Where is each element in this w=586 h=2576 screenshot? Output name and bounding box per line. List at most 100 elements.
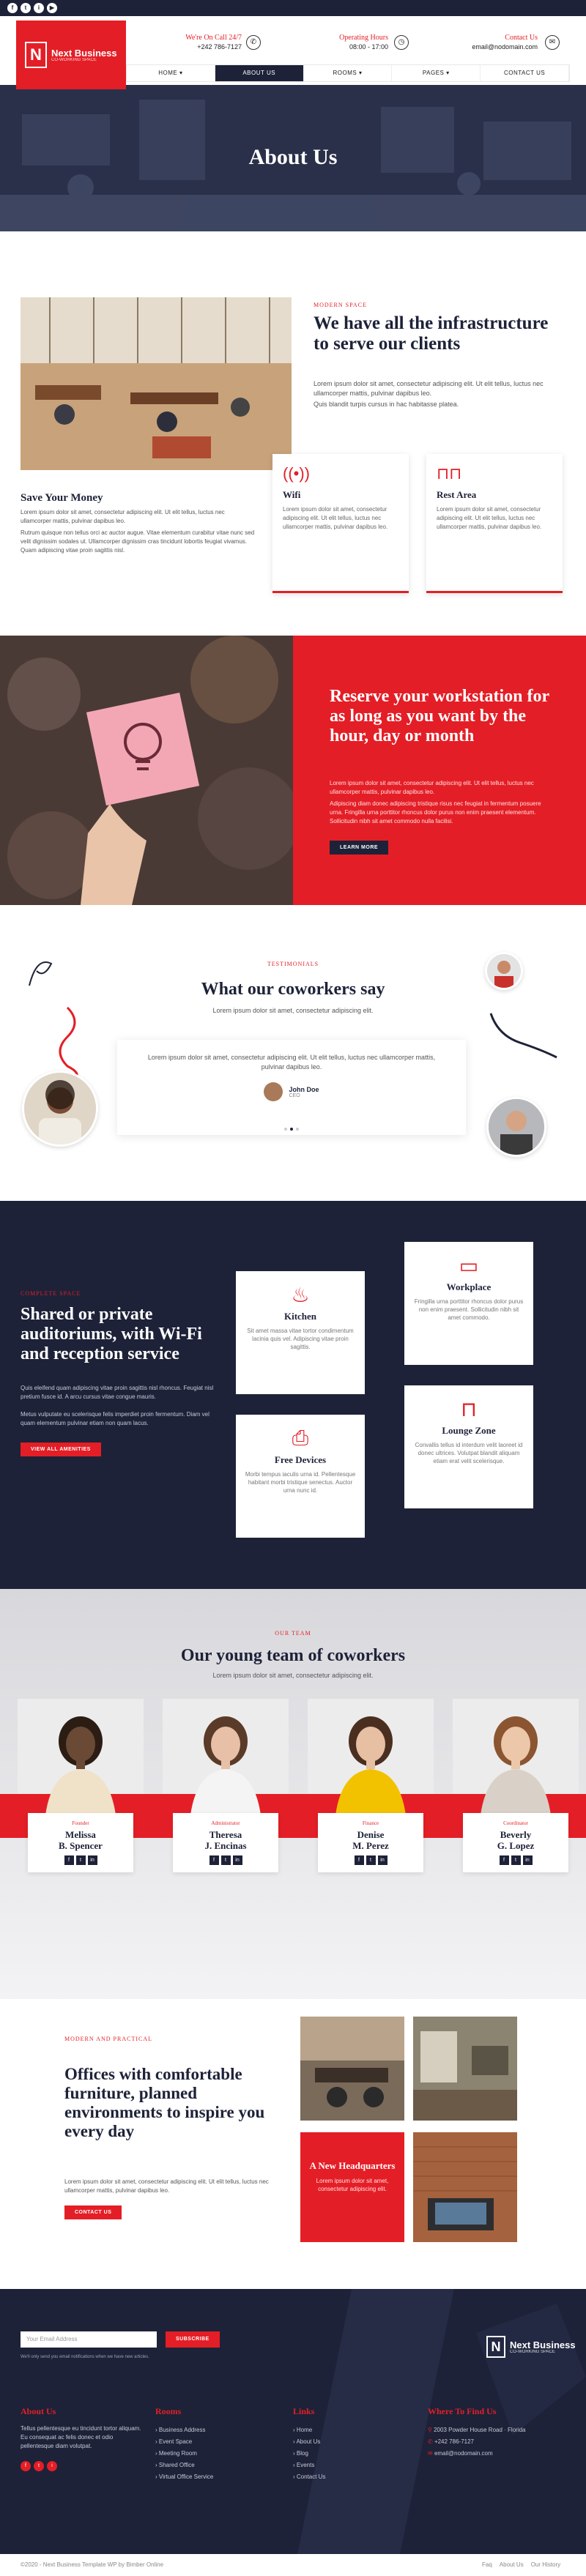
contact-info: Contact Us email@nodomain.com <box>461 34 538 51</box>
team-member-info: Coordinator Beverly G. Lopez f t in <box>463 1813 568 1872</box>
offices-eyebrow: MODERN AND PRACTICAL <box>64 2036 153 2042</box>
infra-title: We have all the infrastructure to serve … <box>314 313 549 354</box>
clock-icon: ◷ <box>394 35 409 50</box>
nav-home[interactable]: HOME ▾ <box>127 65 215 81</box>
team-member-card: Administrator Theresa J. Encinas f t in <box>163 1699 289 1872</box>
footer-link[interactable]: › Blog <box>293 2448 403 2460</box>
feature-card-rest-area: ⊓⊓ Rest Area Lorem ipsum dolor sit amet,… <box>426 454 563 593</box>
team-member-first-name: Denise <box>357 1829 385 1840</box>
testimonial-avatar-top-right <box>485 952 523 990</box>
footer-logo[interactable]: N Next Business CO-WORKING SPACE <box>486 2336 576 2358</box>
amenities-title: Shared or private auditoriums, with Wi-F… <box>21 1305 202 1363</box>
footer-rooms-title: Rooms <box>155 2406 182 2416</box>
amenity-desc: Morbi tempus iaculis urna id. Pellentesq… <box>245 1471 356 1494</box>
headquarters-text: Lorem ipsum dolor sit amet, consectetur … <box>316 2178 389 2192</box>
facebook-icon[interactable]: f <box>21 2461 31 2471</box>
offices-title: Offices with comfortable furniture, plan… <box>64 2065 265 2140</box>
contact-us-button[interactable]: CONTACT US <box>64 2205 122 2219</box>
instagram-icon[interactable]: i <box>47 2461 57 2471</box>
nav-contact-us[interactable]: CONTACT US <box>481 65 569 81</box>
kitchen-icon: ♨ <box>291 1284 310 1306</box>
hours-label: Operating Hours <box>339 34 388 42</box>
bottom-link-faq[interactable]: Faq <box>482 2561 492 2568</box>
team-member-role: Coordinator <box>503 1820 528 1826</box>
logo-subtitle: CO-WORKING SPACE <box>51 57 97 62</box>
newsletter-email-input[interactable]: Your Email Address <box>21 2331 157 2348</box>
facebook-icon[interactable]: f <box>499 1855 509 1865</box>
offices-paragraph: Lorem ipsum dolor sit amet, consectetur … <box>64 2178 269 2194</box>
footer-address: ⚲ 2003 Powder House Road · Florida <box>428 2427 526 2433</box>
facebook-icon[interactable]: f <box>64 1855 74 1865</box>
team-member-last-name: G. Lopez <box>497 1840 535 1851</box>
view-all-amenities-button[interactable]: VIEW ALL AMENITIES <box>21 1443 101 1456</box>
footer-room-link[interactable]: › Business Address <box>155 2424 265 2436</box>
phone-icon: ✆ <box>428 2438 433 2445</box>
team-member-first-name: Theresa <box>209 1829 242 1840</box>
amenity-desc: Fringilla urna porttitor rhoncus dolor p… <box>414 1298 524 1321</box>
contact-value[interactable]: email@nodomain.com <box>461 42 538 51</box>
team-member-photo <box>18 1699 144 1831</box>
footer-room-link[interactable]: › Meeting Room <box>155 2448 265 2460</box>
footer-link[interactable]: › Home <box>293 2424 403 2436</box>
bottom-link-history[interactable]: Our History <box>531 2561 560 2568</box>
lightbulb-note-photo <box>0 636 293 905</box>
page-title: About Us <box>248 145 338 169</box>
team-member-info: Founder Melissa B. Spencer f t in <box>28 1813 133 1872</box>
team-eyebrow: OUR TEAM <box>275 1630 311 1637</box>
youtube-icon[interactable]: ▶ <box>47 3 57 13</box>
bottom-bar: ©2020 - Next Business Template WP by Bim… <box>0 2554 586 2576</box>
facebook-icon[interactable]: f <box>209 1855 219 1865</box>
reserve-paragraph-2: Adipiscing diam donec adipiscing tristiq… <box>330 800 541 824</box>
amenity-card-lounge-zone: ⊓ Lounge Zone Convallis tellus id interd… <box>404 1385 533 1508</box>
amenity-card-kitchen: ♨ Kitchen Sit amet massa vitae tortor co… <box>236 1271 365 1394</box>
twitter-icon[interactable]: t <box>220 1855 231 1865</box>
instagram-icon[interactable]: i <box>34 3 44 13</box>
twitter-icon[interactable]: t <box>366 1855 376 1865</box>
learn-more-button[interactable]: LEARN MORE <box>330 841 389 855</box>
nav-rooms[interactable]: ROOMS ▾ <box>304 65 393 81</box>
newsletter-disclaimer: We'll only send you email notifications … <box>21 2355 149 2359</box>
nav-pages[interactable]: PAGES ▾ <box>392 65 481 81</box>
team-member-first-name: Melissa <box>65 1829 96 1840</box>
testimonial-avatar-bottom-right <box>486 1097 546 1157</box>
copyright: ©2020 - Next Business Template WP by Bim… <box>21 2561 164 2568</box>
headquarters-card: A New Headquarters Lorem ipsum dolor sit… <box>300 2132 404 2242</box>
reserve-paragraph: Lorem ipsum dolor sit amet, consectetur … <box>330 780 534 795</box>
linkedin-icon[interactable]: in <box>522 1855 533 1865</box>
testimonial-pagination[interactable] <box>284 1128 299 1131</box>
footer-room-link[interactable]: › Virtual Office Service <box>155 2471 265 2483</box>
feature-card-title: Wifi <box>283 489 301 500</box>
printer-icon: ⎙ <box>292 1426 309 1449</box>
twitter-icon[interactable]: t <box>34 2461 44 2471</box>
linkedin-icon[interactable]: in <box>87 1855 97 1865</box>
nav-about-us[interactable]: ABOUT US <box>215 65 304 81</box>
footer-link[interactable]: › Contact Us <box>293 2471 403 2483</box>
testimonial-author-name: John Doe <box>289 1085 319 1093</box>
footer-email[interactable]: ✉ email@nodomain.com <box>428 2448 567 2460</box>
twitter-icon[interactable]: t <box>21 3 31 13</box>
call-info: We're On Call 24/7 +242 786-7127 <box>168 34 242 51</box>
testimonial-author-avatar <box>264 1082 283 1101</box>
footer-phone[interactable]: ✆ +242 786-7127 <box>428 2436 567 2448</box>
logo[interactable]: N Next Business CO-WORKING SPACE <box>16 21 126 89</box>
footer-link[interactable]: › Events <box>293 2460 403 2471</box>
team-member-role: Finance <box>362 1820 379 1826</box>
bottom-link-about-us[interactable]: About Us <box>500 2561 524 2568</box>
twitter-icon[interactable]: t <box>511 1855 521 1865</box>
team-title: Our young team of coworkers <box>180 1646 406 1665</box>
footer-link[interactable]: › About Us <box>293 2436 403 2448</box>
twitter-icon[interactable]: t <box>75 1855 86 1865</box>
mail-icon: ✉ <box>545 35 560 50</box>
wifi-icon: ((•)) <box>283 464 311 483</box>
footer-room-link[interactable]: › Shared Office <box>155 2460 265 2471</box>
linkedin-icon[interactable]: in <box>377 1855 387 1865</box>
amenity-title: Free Devices <box>274 1454 327 1465</box>
facebook-icon[interactable]: f <box>7 3 18 13</box>
amenity-title: Kitchen <box>283 1311 317 1322</box>
logo-title: Next Business <box>51 47 117 59</box>
facebook-icon[interactable]: f <box>354 1855 364 1865</box>
linkedin-icon[interactable]: in <box>232 1855 242 1865</box>
footer-room-link[interactable]: › Event Space <box>155 2436 265 2448</box>
subscribe-button[interactable]: SUBSCRIBE <box>166 2331 220 2348</box>
footer-about-title: About Us <box>21 2406 56 2416</box>
